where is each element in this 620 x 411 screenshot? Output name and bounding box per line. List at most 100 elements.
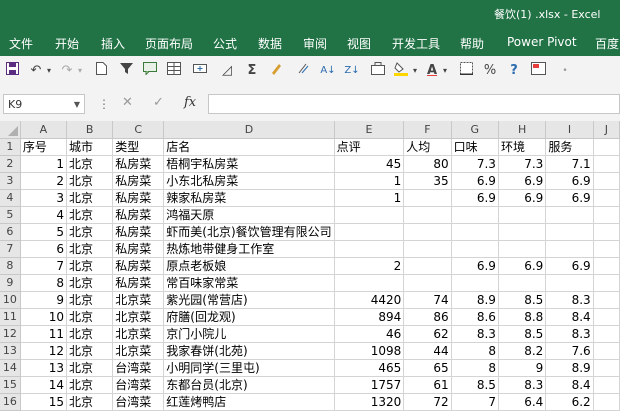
fill-dropdown-icon[interactable]: ▾ <box>411 62 419 80</box>
cell-e9[interactable] <box>334 274 405 292</box>
cell-d2[interactable]: 梧桐宇私房菜 <box>163 155 335 173</box>
row-header[interactable]: 6 <box>0 223 21 241</box>
cell-e8[interactable]: 2 <box>334 257 405 275</box>
cell-f4[interactable] <box>403 189 452 207</box>
percent-icon[interactable]: % <box>482 62 498 80</box>
redo-dropdown-icon[interactable]: ▾ <box>75 62 85 80</box>
cell-f8[interactable] <box>403 257 452 275</box>
cell-f9[interactable] <box>403 274 452 292</box>
help-icon[interactable]: ? <box>506 62 522 80</box>
cell-h3[interactable]: 6.9 <box>498 172 547 190</box>
cell-b15[interactable]: 北京 <box>66 376 114 394</box>
cell-e2[interactable]: 45 <box>334 155 405 173</box>
cell-c15[interactable]: 台湾菜 <box>112 376 165 394</box>
border-icon[interactable] <box>458 62 474 80</box>
cell-j2[interactable] <box>593 155 620 173</box>
cell-i12[interactable]: 8.3 <box>545 325 594 343</box>
tab-review[interactable]: 审阅 <box>303 35 327 52</box>
cell-d5[interactable]: 鸿福天原 <box>163 206 335 224</box>
cell-i16[interactable]: 6.2 <box>545 393 594 411</box>
cell-g7[interactable] <box>451 240 499 258</box>
cell-b1[interactable]: 城市 <box>66 138 114 156</box>
row-header[interactable]: 14 <box>0 359 21 377</box>
cell-h6[interactable] <box>498 223 547 241</box>
column-header-i[interactable]: I <box>545 121 594 139</box>
cell-g6[interactable] <box>451 223 499 241</box>
font-color-dropdown-icon[interactable]: ▾ <box>441 62 449 80</box>
cell-d12[interactable]: 京门小院儿 <box>163 325 335 343</box>
cell-e3[interactable]: 1 <box>334 172 405 190</box>
cell-d4[interactable]: 辣家私房菜 <box>163 189 335 207</box>
cell-j5[interactable] <box>593 206 620 224</box>
cell-b8[interactable]: 北京 <box>66 257 114 275</box>
cell-c9[interactable]: 私房菜 <box>112 274 165 292</box>
tab-baidu[interactable]: 百度 <box>595 35 619 52</box>
cell-f12[interactable]: 62 <box>403 325 452 343</box>
cell-g15[interactable]: 8.5 <box>451 376 499 394</box>
cell-c3[interactable]: 私房菜 <box>112 172 165 190</box>
save-icon[interactable] <box>4 62 20 80</box>
cancel-icon[interactable]: ✕ <box>122 95 133 110</box>
cell-h10[interactable]: 8.5 <box>498 291 547 309</box>
cell-g4[interactable]: 6.9 <box>451 189 499 207</box>
row-header[interactable]: 13 <box>0 342 21 360</box>
cell-a15[interactable]: 14 <box>20 376 68 394</box>
cell-h16[interactable]: 6.4 <box>498 393 547 411</box>
cell-f3[interactable]: 35 <box>403 172 452 190</box>
cell-b4[interactable]: 北京 <box>66 189 114 207</box>
cell-f15[interactable]: 61 <box>403 376 452 394</box>
cell-e10[interactable]: 4420 <box>334 291 405 309</box>
cell-c8[interactable]: 私房菜 <box>112 257 165 275</box>
cell-c16[interactable]: 台湾菜 <box>112 393 165 411</box>
cell-j15[interactable] <box>593 376 620 394</box>
cell-f2[interactable]: 80 <box>403 155 452 173</box>
cell-g5[interactable] <box>451 206 499 224</box>
select-all-corner[interactable] <box>0 121 21 139</box>
tab-formulas[interactable]: 公式 <box>213 35 237 52</box>
cell-d14[interactable]: 小明同学(三里屯) <box>163 359 335 377</box>
cell-g14[interactable]: 8 <box>451 359 499 377</box>
cell-a10[interactable]: 9 <box>20 291 68 309</box>
cell-b3[interactable]: 北京 <box>66 172 114 190</box>
tab-developer[interactable]: 开发工具 <box>392 35 440 52</box>
cell-b5[interactable]: 北京 <box>66 206 114 224</box>
row-header[interactable]: 5 <box>0 206 21 224</box>
cell-c12[interactable]: 北京菜 <box>112 325 165 343</box>
cell-b7[interactable]: 北京 <box>66 240 114 258</box>
cell-a11[interactable]: 10 <box>20 308 68 326</box>
cell-i14[interactable]: 8.9 <box>545 359 594 377</box>
cell-c10[interactable]: 北京菜 <box>112 291 165 309</box>
cell-c11[interactable]: 北京菜 <box>112 308 165 326</box>
cell-a14[interactable]: 13 <box>20 359 68 377</box>
cell-e4[interactable]: 1 <box>334 189 405 207</box>
cell-d15[interactable]: 东都台员(北京) <box>163 376 335 394</box>
cell-d13[interactable]: 我家春饼(北苑) <box>163 342 335 360</box>
cell-e7[interactable] <box>334 240 405 258</box>
cell-b16[interactable]: 北京 <box>66 393 114 411</box>
cell-g1[interactable]: 口味 <box>451 138 499 156</box>
cell-i13[interactable]: 7.6 <box>545 342 594 360</box>
name-box[interactable]: K9 ▼ <box>3 94 85 114</box>
cell-h14[interactable]: 9 <box>498 359 547 377</box>
cell-i11[interactable]: 8.4 <box>545 308 594 326</box>
cell-b6[interactable]: 北京 <box>66 223 114 241</box>
cell-i5[interactable] <box>545 206 594 224</box>
cell-d6[interactable]: 虾而美(北京)餐饮管理有限公司 <box>163 223 335 241</box>
row-header[interactable]: 3 <box>0 172 21 190</box>
row-header[interactable]: 8 <box>0 257 21 275</box>
tab-file[interactable]: 文件 <box>9 35 33 52</box>
cell-j6[interactable] <box>593 223 620 241</box>
row-header[interactable]: 11 <box>0 308 21 326</box>
cell-f5[interactable] <box>403 206 452 224</box>
cell-d10[interactable]: 紫光园(常营店) <box>163 291 335 309</box>
cell-j12[interactable] <box>593 325 620 343</box>
cell-d16[interactable]: 红莲烤鸭店 <box>163 393 335 411</box>
cell-e6[interactable] <box>334 223 405 241</box>
cell-h7[interactable] <box>498 240 547 258</box>
confirm-icon[interactable]: ✓ <box>153 95 164 110</box>
cell-j9[interactable] <box>593 274 620 292</box>
cell-j10[interactable] <box>593 291 620 309</box>
cell-b13[interactable]: 北京 <box>66 342 114 360</box>
cell-h11[interactable]: 8.8 <box>498 308 547 326</box>
cell-h5[interactable] <box>498 206 547 224</box>
